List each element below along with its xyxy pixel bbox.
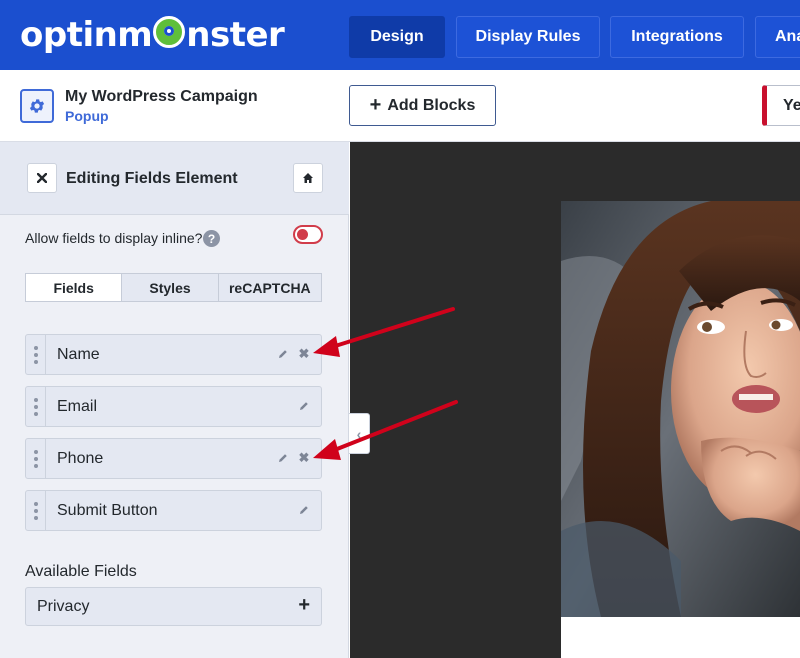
- drag-handle-icon[interactable]: [26, 491, 46, 530]
- sidebar-tabs: Fields Styles reCAPTCHA: [25, 273, 322, 302]
- logo-text-end: nster: [186, 15, 285, 55]
- add-blocks-button[interactable]: + Add Blocks: [349, 85, 496, 126]
- pencil-icon[interactable]: [298, 504, 310, 516]
- home-icon: [303, 173, 313, 183]
- field-row-email[interactable]: Email: [25, 386, 322, 427]
- gear-icon: [29, 99, 45, 113]
- close-icon: [37, 173, 47, 183]
- nav-design-button[interactable]: Design: [349, 16, 445, 58]
- tab-styles[interactable]: Styles: [122, 274, 219, 301]
- field-label: Phone: [57, 450, 104, 467]
- chevron-left-icon: ‹: [356, 425, 362, 442]
- plus-icon: +: [369, 94, 382, 116]
- inline-fields-label: Allow fields to display inline?: [25, 230, 203, 246]
- status-button-label: Ye: [783, 96, 800, 114]
- pencil-icon[interactable]: [277, 452, 289, 464]
- monster-icon: [153, 16, 186, 48]
- field-label: Email: [57, 398, 98, 415]
- inline-fields-toggle[interactable]: [293, 225, 323, 244]
- toggle-knob: [297, 229, 308, 240]
- drag-handle-icon[interactable]: [26, 335, 46, 374]
- nav-display-rules-button[interactable]: Display Rules: [456, 16, 600, 58]
- available-field-privacy[interactable]: Privacy +: [25, 587, 322, 626]
- close-button[interactable]: [27, 163, 57, 193]
- campaign-settings-button[interactable]: [20, 89, 54, 123]
- home-button[interactable]: [293, 163, 323, 193]
- remove-icon[interactable]: ✖: [298, 347, 310, 361]
- field-label: Name: [57, 346, 100, 363]
- nav-integrations-button[interactable]: Integrations: [610, 16, 744, 58]
- plus-icon[interactable]: +: [298, 594, 310, 617]
- help-icon[interactable]: ?: [203, 230, 220, 247]
- popup-body: [561, 617, 800, 658]
- pencil-icon[interactable]: [298, 400, 310, 412]
- campaign-type: Popup: [65, 108, 109, 124]
- available-fields-title: Available Fields: [25, 563, 137, 580]
- available-field-label: Privacy: [37, 598, 90, 615]
- drag-handle-icon[interactable]: [26, 387, 46, 426]
- logo-text-start: optinm: [20, 15, 153, 55]
- field-row-submit-button[interactable]: Submit Button: [25, 490, 322, 531]
- tab-fields[interactable]: Fields: [26, 274, 123, 301]
- campaign-title: My WordPress Campaign: [65, 88, 258, 105]
- field-row-phone[interactable]: Phone ✖: [25, 438, 322, 479]
- nav-analytics-button[interactable]: Ana: [755, 16, 800, 58]
- tab-recaptcha[interactable]: reCAPTCHA: [219, 274, 321, 301]
- status-button[interactable]: Ye: [762, 85, 800, 126]
- popup-image[interactable]: [561, 201, 800, 617]
- optinmonster-logo[interactable]: optinm nster: [20, 15, 285, 55]
- sidebar-title: Editing Fields Element: [66, 170, 238, 187]
- drag-handle-icon[interactable]: [26, 439, 46, 478]
- remove-icon[interactable]: ✖: [298, 451, 310, 465]
- pencil-icon[interactable]: [277, 348, 289, 360]
- field-row-name[interactable]: Name ✖: [25, 334, 322, 375]
- field-label: Submit Button: [57, 502, 158, 519]
- add-blocks-label: Add Blocks: [387, 96, 476, 114]
- collapse-sidebar-button[interactable]: ‹: [349, 413, 370, 454]
